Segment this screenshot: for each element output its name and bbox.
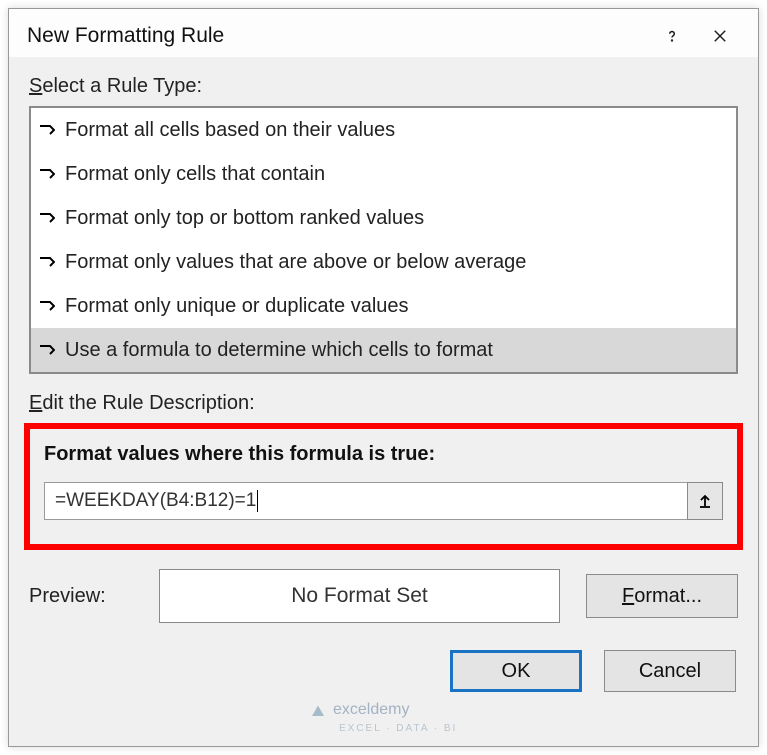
text-caret	[257, 490, 258, 512]
ok-button[interactable]: OK	[450, 650, 582, 692]
rule-type-label: Format all cells based on their values	[65, 114, 395, 146]
edit-rule-description-label: Edit the Rule Description:	[29, 392, 758, 415]
format-button[interactable]: Format...	[586, 574, 738, 618]
rule-type-item[interactable]: Format only unique or duplicate values	[31, 284, 736, 328]
preview-text: No Format Set	[291, 584, 428, 608]
collapse-dialog-button[interactable]	[687, 482, 723, 520]
bullet-icon	[39, 301, 61, 311]
new-formatting-rule-dialog: New Formatting Rule Select a Rule Type: …	[8, 8, 759, 747]
formula-input-value: =WEEKDAY(B4:B12)=1	[55, 490, 256, 512]
formula-input[interactable]: =WEEKDAY(B4:B12)=1	[44, 482, 687, 520]
cancel-button[interactable]: Cancel	[604, 650, 736, 692]
rule-type-label: Format only unique or duplicate values	[65, 290, 409, 322]
bullet-icon	[39, 169, 61, 179]
rule-type-item[interactable]: Format only values that are above or bel…	[31, 240, 736, 284]
rule-type-item[interactable]: Use a formula to determine which cells t…	[31, 328, 736, 372]
bullet-icon	[39, 257, 61, 267]
rule-type-item[interactable]: Format all cells based on their values	[31, 108, 736, 152]
rule-type-label: Format only cells that contain	[65, 158, 325, 190]
rule-type-list: Format all cells based on their values F…	[29, 106, 738, 374]
formula-highlight-box: Format values where this formula is true…	[24, 423, 743, 550]
bullet-icon	[39, 213, 61, 223]
close-button[interactable]	[696, 16, 744, 56]
bullet-icon	[39, 345, 61, 355]
rule-type-item[interactable]: Format only top or bottom ranked values	[31, 196, 736, 240]
formula-section-label: Format values where this formula is true…	[44, 443, 723, 466]
preview-box: No Format Set	[159, 569, 560, 623]
rule-type-item[interactable]: Format only cells that contain	[31, 152, 736, 196]
preview-label: Preview:	[29, 585, 159, 608]
titlebar: New Formatting Rule	[9, 9, 758, 57]
rule-type-label: Use a formula to determine which cells t…	[65, 334, 493, 366]
bullet-icon	[39, 125, 61, 135]
rule-type-label: Format only values that are above or bel…	[65, 246, 526, 278]
rule-type-label: Format only top or bottom ranked values	[65, 202, 424, 234]
select-rule-type-label: Select a Rule Type:	[29, 75, 758, 98]
preview-row: Preview: No Format Set Format...	[29, 564, 738, 628]
dialog-title: New Formatting Rule	[27, 24, 648, 48]
dialog-button-row: OK Cancel	[9, 628, 758, 702]
formula-row: =WEEKDAY(B4:B12)=1	[44, 482, 723, 520]
watermark-tagline: EXCEL · DATA · BI	[339, 723, 457, 734]
help-button[interactable]	[648, 16, 696, 56]
watermark: exceldemy	[309, 701, 409, 719]
